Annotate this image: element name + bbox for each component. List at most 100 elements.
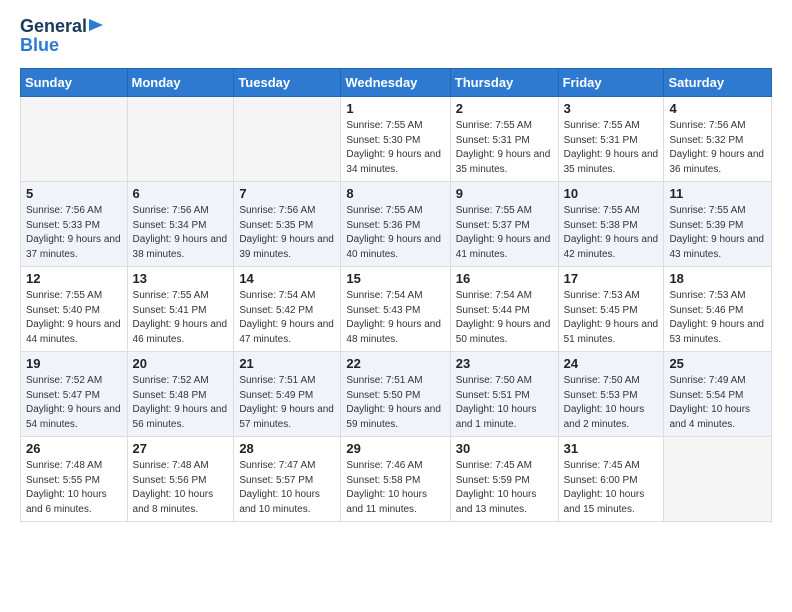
calendar-cell xyxy=(21,97,128,182)
day-info: Sunrise: 7:50 AM Sunset: 5:53 PM Dayligh… xyxy=(564,374,659,432)
calendar-cell: 25Sunrise: 7:49 AM Sunset: 5:54 PM Dayli… xyxy=(664,352,772,437)
day-number: 27 xyxy=(133,441,229,456)
calendar-cell: 31 Sunrise: 7:45 AM Sunset: 6:00 PM Dayli… xyxy=(558,437,664,522)
day-number: 18 xyxy=(669,271,766,286)
calendar-cell: 26Sunrise: 7:48 AM Sunset: 5:55 PM Dayli… xyxy=(21,437,128,522)
day-number: 19 xyxy=(26,356,122,371)
day-info: Sunrise: 7:47 AM Sunset: 5:57 PM Dayligh… xyxy=(239,459,335,517)
calendar-cell: 22Sunrise: 7:51 AM Sunset: 5:50 PM Dayli… xyxy=(341,352,450,437)
calendar-cell: 16 Sunrise: 7:54 AM Sunset: 5:44 PM Dayli… xyxy=(450,267,558,352)
day-info: Sunrise: 7:56 AM Sunset: 5:35 PM Dayligh… xyxy=(239,204,335,262)
day-number: 1 xyxy=(346,101,444,116)
weekday-header-row: SundayMondayTuesdayWednesdayThursdayFrid… xyxy=(21,69,772,97)
day-number: 4 xyxy=(669,101,766,116)
calendar-cell: 3Sunrise: 7:55 AM Sunset: 5:31 PM Daylig… xyxy=(558,97,664,182)
calendar-cell: 18 Sunrise: 7:53 AM Sunset: 5:46 PM Dayli… xyxy=(664,267,772,352)
day-number: 5 xyxy=(26,186,122,201)
logo-flag-icon xyxy=(89,19,105,35)
calendar-cell: 27 Sunrise: 7:48 AM Sunset: 5:56 PM Dayli… xyxy=(127,437,234,522)
day-info: Sunrise: 7:45 AM Sunset: 6:00 PM Dayligh… xyxy=(564,459,659,517)
weekday-header-sunday: Sunday xyxy=(21,69,128,97)
day-number: 3 xyxy=(564,101,659,116)
day-info: Sunrise: 7:54 AM Sunset: 5:44 PM Dayligh… xyxy=(456,289,553,347)
calendar-cell: 29Sunrise: 7:46 AM Sunset: 5:58 PM Dayli… xyxy=(341,437,450,522)
weekday-header-monday: Monday xyxy=(127,69,234,97)
logo-container: General Blue xyxy=(20,16,105,56)
calendar-cell: 11 Sunrise: 7:55 AM Sunset: 5:39 PM Dayli… xyxy=(664,182,772,267)
calendar-cell: 5 Sunrise: 7:56 AM Sunset: 5:33 PM Daylig… xyxy=(21,182,128,267)
calendar-cell: 24 Sunrise: 7:50 AM Sunset: 5:53 PM Dayli… xyxy=(558,352,664,437)
day-number: 30 xyxy=(456,441,553,456)
weekday-header-wednesday: Wednesday xyxy=(341,69,450,97)
day-info: Sunrise: 7:46 AM Sunset: 5:58 PM Dayligh… xyxy=(346,459,444,517)
day-info: Sunrise: 7:55 AM Sunset: 5:37 PM Dayligh… xyxy=(456,204,553,262)
day-info: Sunrise: 7:52 AM Sunset: 5:47 PM Dayligh… xyxy=(26,374,122,432)
calendar-week-row: 1 Sunrise: 7:55 AM Sunset: 5:30 PM Daylig… xyxy=(21,97,772,182)
logo-blue-text: Blue xyxy=(20,35,59,56)
calendar-cell: 13 Sunrise: 7:55 AM Sunset: 5:41 PM Dayli… xyxy=(127,267,234,352)
calendar-table: SundayMondayTuesdayWednesdayThursdayFrid… xyxy=(20,68,772,522)
calendar-week-row: 19 Sunrise: 7:52 AM Sunset: 5:47 PM Dayli… xyxy=(21,352,772,437)
calendar-cell: 30 Sunrise: 7:45 AM Sunset: 5:59 PM Dayli… xyxy=(450,437,558,522)
day-number: 31 xyxy=(564,441,659,456)
day-number: 21 xyxy=(239,356,335,371)
day-info: Sunrise: 7:56 AM Sunset: 5:32 PM Dayligh… xyxy=(669,119,766,177)
day-number: 15 xyxy=(346,271,444,286)
day-number: 25 xyxy=(669,356,766,371)
calendar-cell: 21 Sunrise: 7:51 AM Sunset: 5:49 PM Dayli… xyxy=(234,352,341,437)
logo: General Blue xyxy=(20,16,105,56)
calendar-cell: 2Sunrise: 7:55 AM Sunset: 5:31 PM Daylig… xyxy=(450,97,558,182)
day-number: 23 xyxy=(456,356,553,371)
calendar-cell xyxy=(127,97,234,182)
calendar-week-row: 26Sunrise: 7:48 AM Sunset: 5:55 PM Dayli… xyxy=(21,437,772,522)
calendar-cell: 6Sunrise: 7:56 AM Sunset: 5:34 PM Daylig… xyxy=(127,182,234,267)
weekday-header-saturday: Saturday xyxy=(664,69,772,97)
weekday-header-thursday: Thursday xyxy=(450,69,558,97)
calendar-cell: 20Sunrise: 7:52 AM Sunset: 5:48 PM Dayli… xyxy=(127,352,234,437)
day-number: 20 xyxy=(133,356,229,371)
calendar-cell: 28 Sunrise: 7:47 AM Sunset: 5:57 PM Dayli… xyxy=(234,437,341,522)
weekday-header-tuesday: Tuesday xyxy=(234,69,341,97)
day-number: 17 xyxy=(564,271,659,286)
day-info: Sunrise: 7:56 AM Sunset: 5:34 PM Dayligh… xyxy=(133,204,229,262)
day-info: Sunrise: 7:51 AM Sunset: 5:50 PM Dayligh… xyxy=(346,374,444,432)
day-info: Sunrise: 7:55 AM Sunset: 5:39 PM Dayligh… xyxy=(669,204,766,262)
day-number: 8 xyxy=(346,186,444,201)
calendar-week-row: 12 Sunrise: 7:55 AM Sunset: 5:40 PM Dayli… xyxy=(21,267,772,352)
day-number: 24 xyxy=(564,356,659,371)
day-info: Sunrise: 7:55 AM Sunset: 5:41 PM Dayligh… xyxy=(133,289,229,347)
day-info: Sunrise: 7:48 AM Sunset: 5:55 PM Dayligh… xyxy=(26,459,122,517)
day-info: Sunrise: 7:55 AM Sunset: 5:38 PM Dayligh… xyxy=(564,204,659,262)
calendar-cell: 12 Sunrise: 7:55 AM Sunset: 5:40 PM Dayli… xyxy=(21,267,128,352)
calendar-cell xyxy=(664,437,772,522)
day-number: 11 xyxy=(669,186,766,201)
day-info: Sunrise: 7:55 AM Sunset: 5:30 PM Dayligh… xyxy=(346,119,444,177)
day-info: Sunrise: 7:55 AM Sunset: 5:31 PM Dayligh… xyxy=(456,119,553,177)
day-info: Sunrise: 7:53 AM Sunset: 5:45 PM Dayligh… xyxy=(564,289,659,347)
day-number: 14 xyxy=(239,271,335,286)
page-header: General Blue xyxy=(20,16,772,56)
calendar-cell: 7Sunrise: 7:56 AM Sunset: 5:35 PM Daylig… xyxy=(234,182,341,267)
calendar-cell: 8 Sunrise: 7:55 AM Sunset: 5:36 PM Daylig… xyxy=(341,182,450,267)
day-number: 28 xyxy=(239,441,335,456)
day-info: Sunrise: 7:56 AM Sunset: 5:33 PM Dayligh… xyxy=(26,204,122,262)
day-info: Sunrise: 7:45 AM Sunset: 5:59 PM Dayligh… xyxy=(456,459,553,517)
weekday-header-friday: Friday xyxy=(558,69,664,97)
day-number: 12 xyxy=(26,271,122,286)
day-number: 13 xyxy=(133,271,229,286)
day-info: Sunrise: 7:51 AM Sunset: 5:49 PM Dayligh… xyxy=(239,374,335,432)
day-info: Sunrise: 7:48 AM Sunset: 5:56 PM Dayligh… xyxy=(133,459,229,517)
calendar-week-row: 5 Sunrise: 7:56 AM Sunset: 5:33 PM Daylig… xyxy=(21,182,772,267)
logo-general-text: General xyxy=(20,16,87,37)
calendar-cell: 19 Sunrise: 7:52 AM Sunset: 5:47 PM Dayli… xyxy=(21,352,128,437)
day-info: Sunrise: 7:54 AM Sunset: 5:43 PM Dayligh… xyxy=(346,289,444,347)
calendar-cell: 17 Sunrise: 7:53 AM Sunset: 5:45 PM Dayli… xyxy=(558,267,664,352)
day-info: Sunrise: 7:53 AM Sunset: 5:46 PM Dayligh… xyxy=(669,289,766,347)
day-info: Sunrise: 7:55 AM Sunset: 5:40 PM Dayligh… xyxy=(26,289,122,347)
calendar-cell: 9Sunrise: 7:55 AM Sunset: 5:37 PM Daylig… xyxy=(450,182,558,267)
calendar-cell: 10Sunrise: 7:55 AM Sunset: 5:38 PM Dayli… xyxy=(558,182,664,267)
calendar-cell: 14 Sunrise: 7:54 AM Sunset: 5:42 PM Dayli… xyxy=(234,267,341,352)
day-info: Sunrise: 7:55 AM Sunset: 5:36 PM Dayligh… xyxy=(346,204,444,262)
day-number: 16 xyxy=(456,271,553,286)
day-info: Sunrise: 7:54 AM Sunset: 5:42 PM Dayligh… xyxy=(239,289,335,347)
